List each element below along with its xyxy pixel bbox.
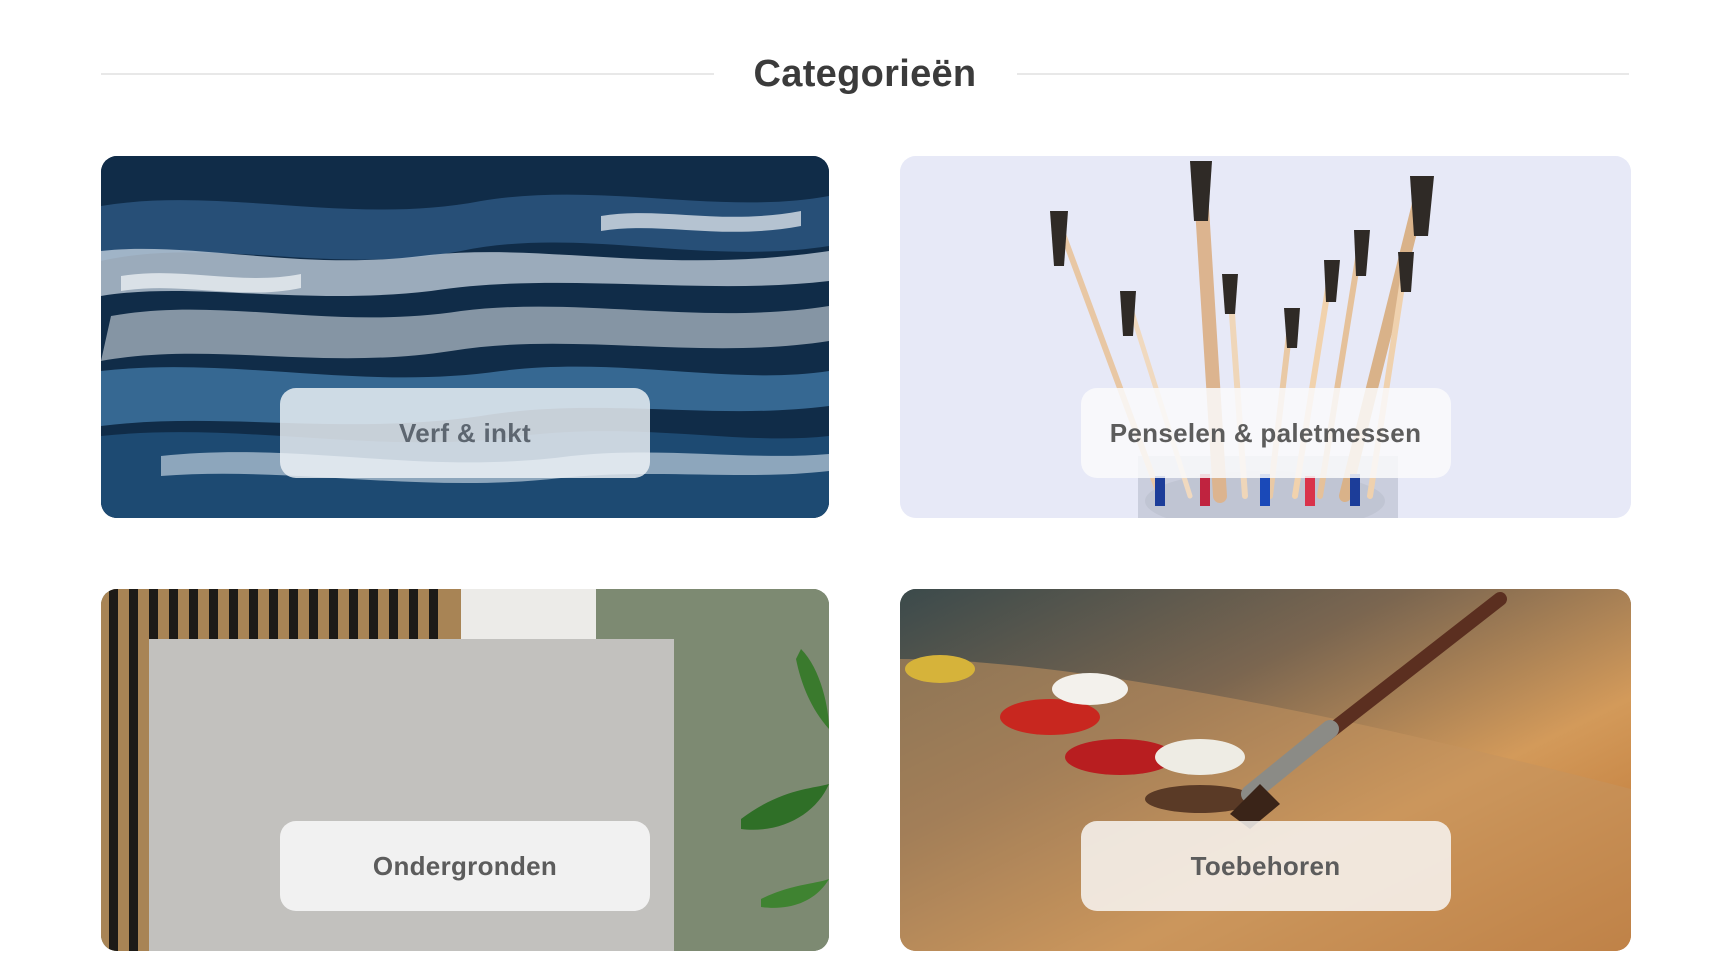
category-label[interactable]: Verf & inkt bbox=[280, 388, 650, 478]
category-card-verf-inkt[interactable]: Verf & inkt bbox=[101, 156, 829, 518]
category-card-ondergronden[interactable]: Ondergronden bbox=[101, 589, 829, 951]
category-card-penselen-paletmessen[interactable]: Penselen & paletmessen bbox=[900, 156, 1631, 518]
category-label[interactable]: Toebehoren bbox=[1080, 821, 1451, 911]
section-header: Categorieën bbox=[101, 48, 1629, 100]
header-divider-right bbox=[1017, 73, 1629, 75]
category-card-toebehoren[interactable]: Toebehoren bbox=[900, 589, 1631, 951]
category-label[interactable]: Penselen & paletmessen bbox=[1080, 388, 1451, 478]
category-label[interactable]: Ondergronden bbox=[280, 821, 650, 911]
